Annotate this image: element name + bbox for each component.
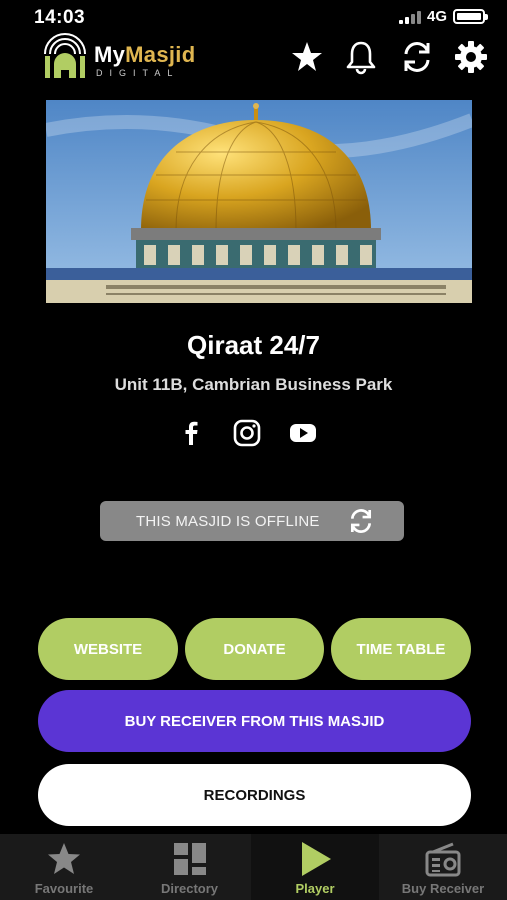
signal-icon [399,11,423,24]
logo-wordmark: MyMasjid [94,42,196,67]
instagram-icon[interactable] [232,418,262,448]
refresh-icon [350,509,372,533]
status-bar: 14:03 4G [0,0,507,32]
mosque-logo-icon [44,33,86,78]
bottom-tab-bar: Favourite Directory Player Buy Receiver [0,834,507,900]
status-time: 14:03 [34,7,86,28]
donate-button[interactable]: DONATE [185,618,324,680]
tab-label: Directory [160,881,219,896]
masjid-name: Qiraat 24/7 [187,330,320,360]
tab-label: Player [295,881,335,896]
tab-directory[interactable]: Directory [128,834,251,900]
favourite-star-icon[interactable] [288,38,326,76]
buy-receiver-button[interactable]: BUY RECEIVER FROM THIS MASJID [38,690,471,752]
youtube-icon[interactable] [288,418,318,448]
network-type: 4G [427,8,448,25]
gear-icon[interactable] [452,38,490,76]
timetable-button[interactable]: TIME TABLE [331,618,471,680]
logo-subtitle: DIGITAL [96,68,180,78]
radio-icon [425,842,461,877]
tab-label: Favourite [34,881,94,896]
refresh-icon[interactable] [398,38,436,76]
grid-icon [173,843,206,875]
recordings-button[interactable]: RECORDINGS [38,764,471,826]
tab-buy-receiver[interactable]: Buy Receiver [379,834,507,900]
facebook-icon[interactable] [176,418,206,448]
bell-icon[interactable] [342,38,380,76]
offline-status-button[interactable]: THIS MASJID IS OFFLINE [100,501,404,541]
website-button[interactable]: WEBSITE [38,618,178,680]
play-icon [302,842,331,876]
offline-status-label: THIS MASJID IS OFFLINE [136,513,320,530]
masjid-address: Unit 11B, Cambrian Business Park [114,375,393,394]
masjid-banner-image [46,100,472,303]
battery-icon [453,9,488,24]
social-links [174,418,324,448]
header-actions [286,38,496,78]
tab-player[interactable]: Player [251,834,379,900]
tab-favourite[interactable]: Favourite [0,834,128,900]
star-icon [48,843,80,874]
tab-label: Buy Receiver [401,881,485,896]
app-logo: MyMasjid DIGITAL [42,32,202,82]
